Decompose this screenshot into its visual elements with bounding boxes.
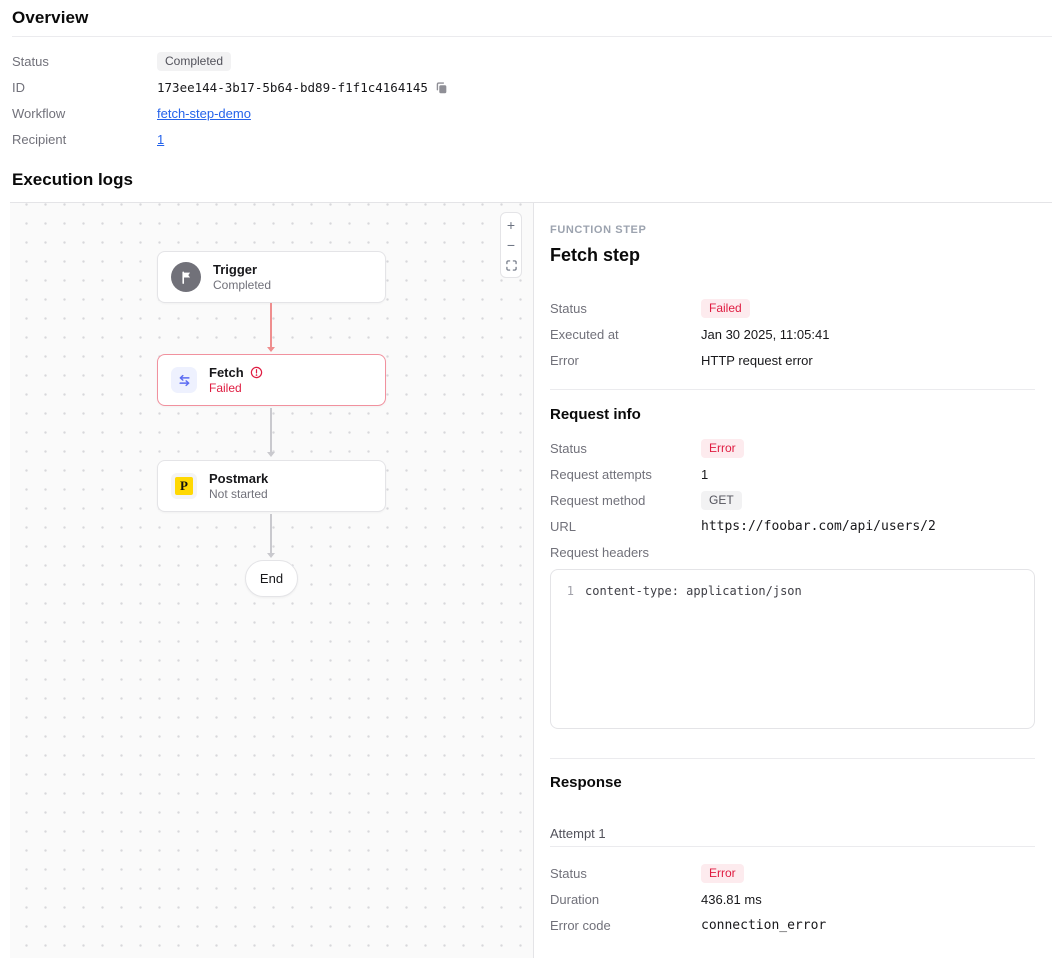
recipient-label: Recipient: [12, 132, 157, 147]
status-badge: Completed: [157, 52, 231, 71]
overview-fields: Status Completed ID 173ee144-3b17-5b64-b…: [12, 37, 1052, 152]
duration-value: 436.81 ms: [701, 892, 762, 907]
postmark-node[interactable]: P Postmark Not started: [157, 460, 386, 512]
fit-view-button[interactable]: [501, 257, 521, 275]
response-rows: Status Error Duration 436.81 ms Error co…: [550, 860, 1035, 938]
zoom-out-button[interactable]: −: [501, 236, 521, 254]
request-method-badge: GET: [701, 491, 742, 510]
request-info-rows: Status Error Request attempts 1 Request …: [550, 435, 1035, 565]
canvas-zoom-controls: + −: [500, 212, 522, 278]
request-headers-row: Request headers: [550, 539, 1035, 565]
fetch-node-status: Failed: [209, 381, 263, 395]
workflow-link[interactable]: fetch-step-demo: [157, 106, 251, 121]
request-url-row: URL https://foobar.com/api/users/2: [550, 513, 1035, 539]
trigger-node[interactable]: Trigger Completed: [157, 251, 386, 303]
executed-at-value: Jan 30 2025, 11:05:41: [701, 327, 829, 342]
request-attempts-value: 1: [701, 467, 708, 482]
step-summary-rows: Status Failed Executed at Jan 30 2025, 1…: [550, 295, 1035, 373]
step-type-kicker: FUNCTION STEP: [550, 224, 1035, 236]
overview-status-row: Status Completed: [12, 48, 1052, 74]
fetch-node[interactable]: Fetch Failed: [157, 354, 386, 406]
executed-at-row: Executed at Jan 30 2025, 11:05:41: [550, 321, 1035, 347]
error-code-value: connection_error: [701, 918, 826, 933]
step-error-row: Error HTTP request error: [550, 347, 1035, 373]
divider: [550, 389, 1035, 390]
page-title: Overview: [12, 8, 1052, 28]
request-url-value: https://foobar.com/api/users/2: [701, 519, 936, 534]
response-status-row: Status Error: [550, 860, 1035, 886]
request-method-row: Request method GET: [550, 487, 1035, 513]
execution-logs-title: Execution logs: [12, 170, 1052, 190]
swap-arrows-icon: [171, 367, 197, 393]
request-status-row: Status Error: [550, 435, 1035, 461]
overview-recipient-row: Recipient 1: [12, 126, 1052, 152]
workflow-label: Workflow: [12, 106, 157, 121]
postmark-logo-icon: P: [171, 473, 197, 499]
code-line-text: content-type: application/json: [585, 583, 802, 600]
request-headers-code-block: 1 content-type: application/json: [550, 569, 1035, 729]
error-code-row: Error code connection_error: [550, 912, 1035, 938]
request-attempts-row: Request attempts 1: [550, 461, 1035, 487]
request-info-title: Request info: [550, 406, 1035, 423]
overview-id-row: ID 173ee144-3b17-5b64-bd89-f1f1c4164145: [12, 74, 1052, 100]
response-title: Response: [550, 774, 1035, 791]
overview-workflow-row: Workflow fetch-step-demo: [12, 100, 1052, 126]
recipient-link[interactable]: 1: [157, 132, 164, 147]
response-status-badge: Error: [701, 864, 744, 883]
step-title: Fetch step: [550, 245, 1035, 266]
overview-section: Overview Status Completed ID 173ee144-3b…: [0, 0, 1052, 152]
divider: [550, 758, 1035, 759]
request-status-badge: Error: [701, 439, 744, 458]
code-line-number: 1: [551, 583, 585, 600]
transaction-id: 173ee144-3b17-5b64-bd89-f1f1c4164145: [157, 80, 428, 95]
trigger-node-title: Trigger: [213, 262, 271, 277]
fetch-node-title: Fetch: [209, 365, 244, 380]
code-line: 1 content-type: application/json: [551, 583, 1034, 600]
edge-postmark-end: [270, 514, 272, 554]
id-label: ID: [12, 80, 157, 95]
postmark-node-title: Postmark: [209, 471, 268, 486]
step-error-value: HTTP request error: [701, 353, 813, 368]
error-warning-icon: [250, 366, 263, 379]
copy-id-button[interactable]: [435, 81, 448, 94]
step-detail-panel: FUNCTION STEP Fetch step Status Failed E…: [534, 203, 1052, 958]
trigger-node-status: Completed: [213, 278, 271, 292]
execution-logs-container: Trigger Completed Fetch: [10, 202, 1052, 958]
step-status-badge: Failed: [701, 299, 750, 318]
edge-fetch-postmark: [270, 408, 272, 453]
duration-row: Duration 436.81 ms: [550, 886, 1035, 912]
flag-icon: [171, 262, 201, 292]
fullscreen-icon: [506, 260, 517, 271]
zoom-in-button[interactable]: +: [501, 216, 521, 234]
status-label: Status: [12, 54, 157, 69]
step-status-row: Status Failed: [550, 295, 1035, 321]
edge-trigger-fetch: [270, 303, 272, 348]
attempt-header: Attempt 1: [550, 820, 1035, 847]
postmark-node-status: Not started: [209, 487, 268, 501]
workflow-canvas[interactable]: Trigger Completed Fetch: [10, 203, 534, 958]
end-node[interactable]: End: [245, 560, 298, 597]
copy-icon: [435, 81, 448, 94]
